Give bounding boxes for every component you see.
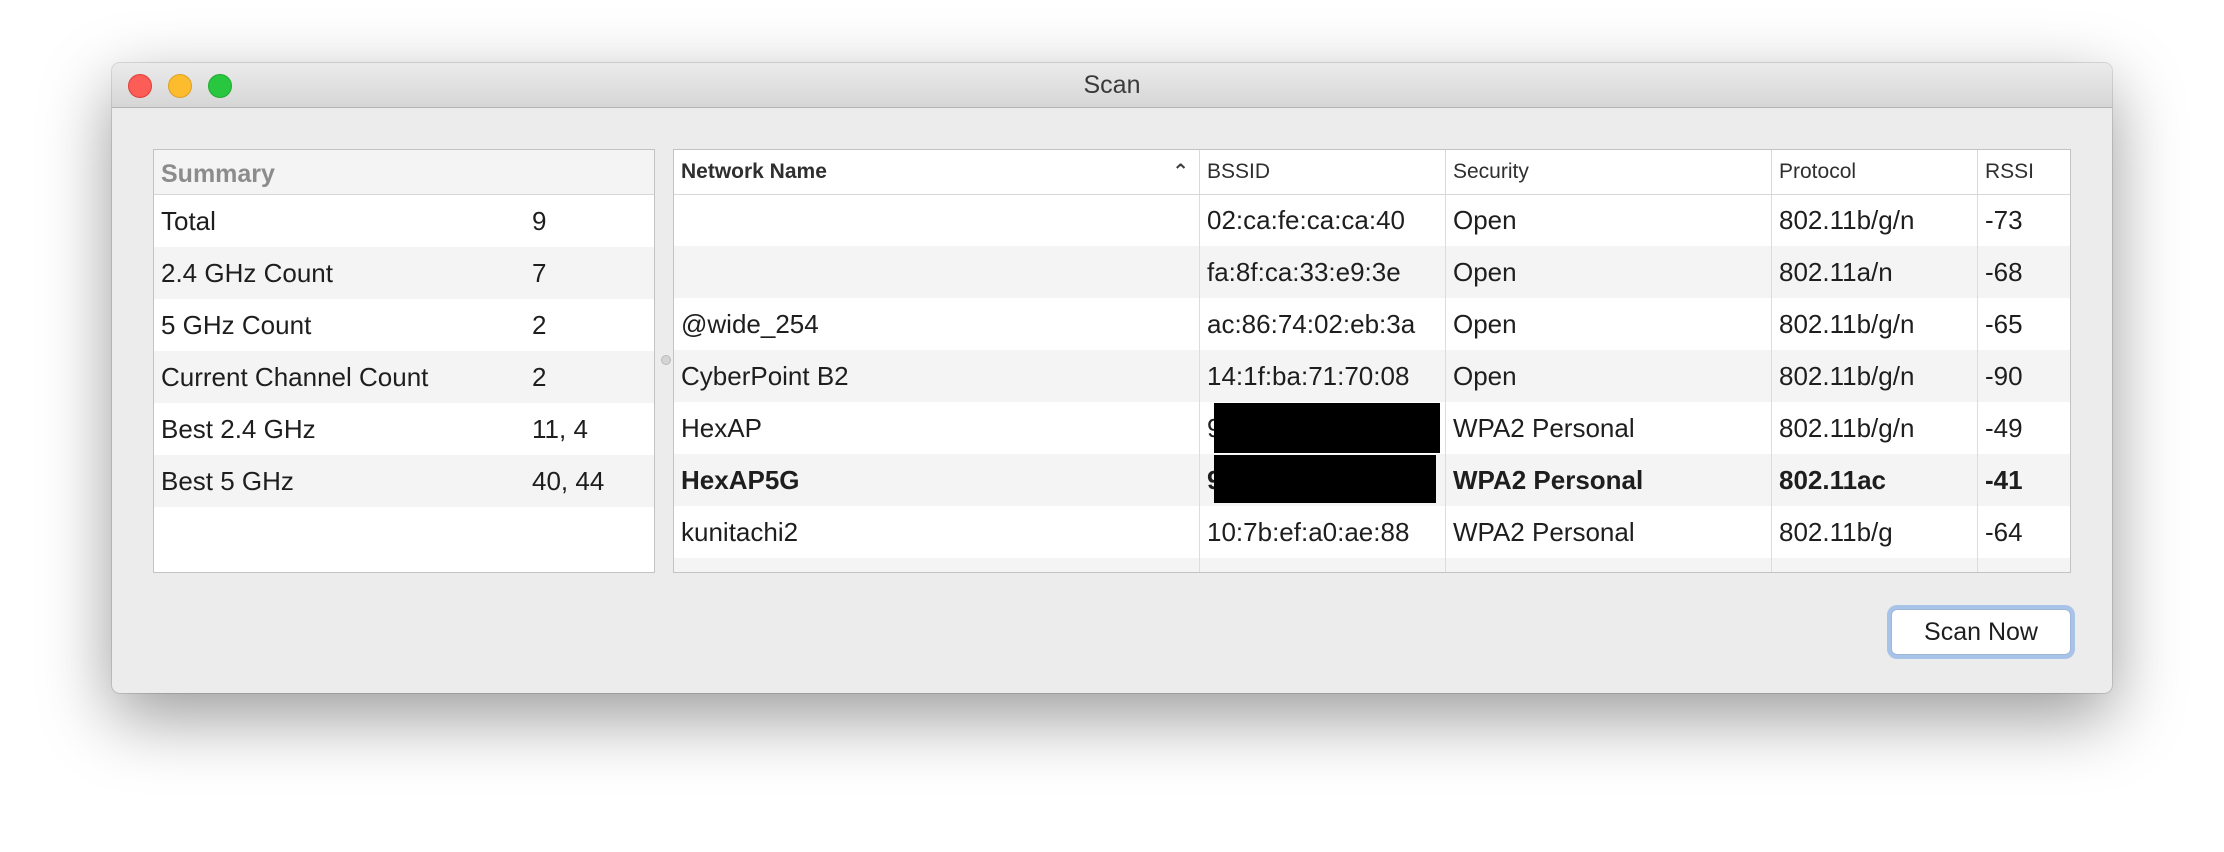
summary-row[interactable]: 5 GHz Count 2 [154, 299, 654, 351]
summary-value: 9 [532, 206, 547, 236]
summary-value: 2 [532, 362, 547, 392]
summary-value: 7 [532, 258, 547, 288]
cell-protocol [1772, 558, 1978, 572]
table-row[interactable]: CyberPoint B2 14:1f:ba:71:70:08 Open 802… [674, 350, 2070, 402]
redaction-box [1214, 455, 1436, 503]
summary-value: 40, 44 [532, 466, 605, 496]
cell-network-name: kunitachi2 [674, 506, 1200, 558]
cell-security: WPA2 Personal [1446, 506, 1772, 558]
summary-row[interactable]: Total 9 [154, 195, 654, 247]
cell-bssid: 9 [1200, 402, 1446, 454]
summary-row[interactable]: Current Channel Count 2 [154, 351, 654, 403]
summary-value: 2 [532, 310, 547, 340]
cell-network-name [674, 194, 1200, 246]
column-header-rssi[interactable]: RSSI [1978, 150, 2070, 194]
cell-bssid: 9 [1200, 454, 1446, 506]
cell-protocol: 802.11b/g/n [1772, 298, 1978, 350]
column-header-bssid[interactable]: BSSID [1200, 150, 1446, 194]
cell-network-name: HexAP5G [674, 454, 1200, 506]
summary-label: Current Channel Count [161, 362, 429, 392]
chevron-up-icon: ⌃ [1172, 161, 1189, 183]
summary-row[interactable]: Best 2.4 GHz 11, 4 [154, 403, 654, 455]
summary-label: Best 2.4 GHz [161, 414, 316, 444]
cell-bssid: 14:1f:ba:71:70:08 [1200, 350, 1446, 402]
table-row-current-network[interactable]: HexAP5G 9 WPA2 Personal 802.11ac -41 [674, 454, 2070, 506]
scan-now-button[interactable]: Scan Now [1891, 609, 2071, 655]
summary-row[interactable]: Best 5 GHz 40, 44 [154, 455, 654, 507]
cell-protocol: 802.11b/g/n [1772, 194, 1978, 246]
cell-network-name [674, 558, 1200, 572]
summary-value: 11, 4 [532, 414, 588, 444]
cell-security: Open [1446, 350, 1772, 402]
redaction-box [1214, 403, 1440, 453]
cell-rssi: -41 [1985, 465, 2023, 495]
column-header-label: Network Name [681, 160, 827, 183]
table-row[interactable]: HexAP 9 WPA2 Personal 802.11b/g/n -49 [674, 402, 2070, 454]
cell-network-name: HexAP [674, 402, 1200, 454]
summary-row[interactable]: 2.4 GHz Count 7 [154, 247, 654, 299]
cell-security: WPA2 Personal [1446, 454, 1772, 506]
cell-rssi: -68 [1985, 257, 2023, 287]
table-row[interactable]: 02:ca:fe:ca:ca:40 Open 802.11b/g/n -73 [674, 194, 2070, 246]
cell-bssid: 02:ca:fe:ca:ca:40 [1200, 194, 1446, 246]
summary-label: 2.4 GHz Count [161, 258, 333, 288]
cell-rssi: -73 [1985, 205, 2023, 235]
cell-rssi: -49 [1985, 413, 2023, 443]
window-title: Scan [1083, 71, 1141, 99]
scan-window: Scan Summary Total 9 2.4 GHz Count 7 5 G… [112, 63, 2112, 693]
table-row[interactable]: fa:8f:ca:33:e9:3e Open 802.11a/n -68 [674, 246, 2070, 298]
networks-table[interactable]: Network Name ⌃ BSSID Security Protocol R… [673, 149, 2071, 573]
summary-header: Summary [154, 150, 654, 195]
split-view-divider-handle[interactable] [661, 355, 671, 365]
cell-protocol: 802.11a/n [1772, 246, 1978, 298]
cell-network-name [674, 246, 1200, 298]
cell-rssi: -65 [1985, 309, 2023, 339]
cell-security: Open [1446, 246, 1772, 298]
table-body: 02:ca:fe:ca:ca:40 Open 802.11b/g/n -73 f… [674, 194, 2070, 572]
cell-protocol: 802.11b/g [1772, 506, 1978, 558]
table-row[interactable]: @wide_254 ac:86:74:02:eb:3a Open 802.11b… [674, 298, 2070, 350]
column-header-network-name[interactable]: Network Name ⌃ [674, 150, 1200, 194]
cell-protocol: 802.11b/g/n [1772, 402, 1978, 454]
cell-security: Open [1446, 194, 1772, 246]
cell-bssid [1200, 558, 1446, 572]
cell-security [1446, 558, 1772, 572]
summary-table[interactable]: Summary Total 9 2.4 GHz Count 7 5 GHz Co… [153, 149, 655, 573]
cell-rssi [1978, 558, 2070, 572]
summary-body: Total 9 2.4 GHz Count 7 5 GHz Count 2 Cu… [154, 195, 654, 559]
table-row-clipped[interactable] [674, 558, 2070, 572]
cell-bssid: ac:86:74:02:eb:3a [1200, 298, 1446, 350]
summary-label: Total [161, 206, 216, 236]
cell-protocol: 802.11b/g/n [1772, 350, 1978, 402]
summary-label: 5 GHz Count [161, 310, 312, 340]
cell-security: WPA2 Personal [1446, 402, 1772, 454]
title-bar[interactable]: Scan [112, 63, 2112, 108]
cell-rssi: -64 [1985, 517, 2023, 547]
column-header-security[interactable]: Security [1446, 150, 1772, 194]
cell-network-name: CyberPoint B2 [674, 350, 1200, 402]
table-row[interactable]: kunitachi2 10:7b:ef:a0:ae:88 WPA2 Person… [674, 506, 2070, 558]
cell-protocol: 802.11ac [1772, 454, 1978, 506]
summary-label: Best 5 GHz [161, 466, 294, 496]
cell-bssid: fa:8f:ca:33:e9:3e [1200, 246, 1446, 298]
cell-security: Open [1446, 298, 1772, 350]
cell-rssi: -90 [1985, 361, 2023, 391]
column-header-protocol[interactable]: Protocol [1772, 150, 1978, 194]
cell-bssid: 10:7b:ef:a0:ae:88 [1200, 506, 1446, 558]
table-header: Network Name ⌃ BSSID Security Protocol R… [674, 150, 2070, 195]
cell-network-name: @wide_254 [674, 298, 1200, 350]
summary-empty-row [154, 507, 654, 559]
